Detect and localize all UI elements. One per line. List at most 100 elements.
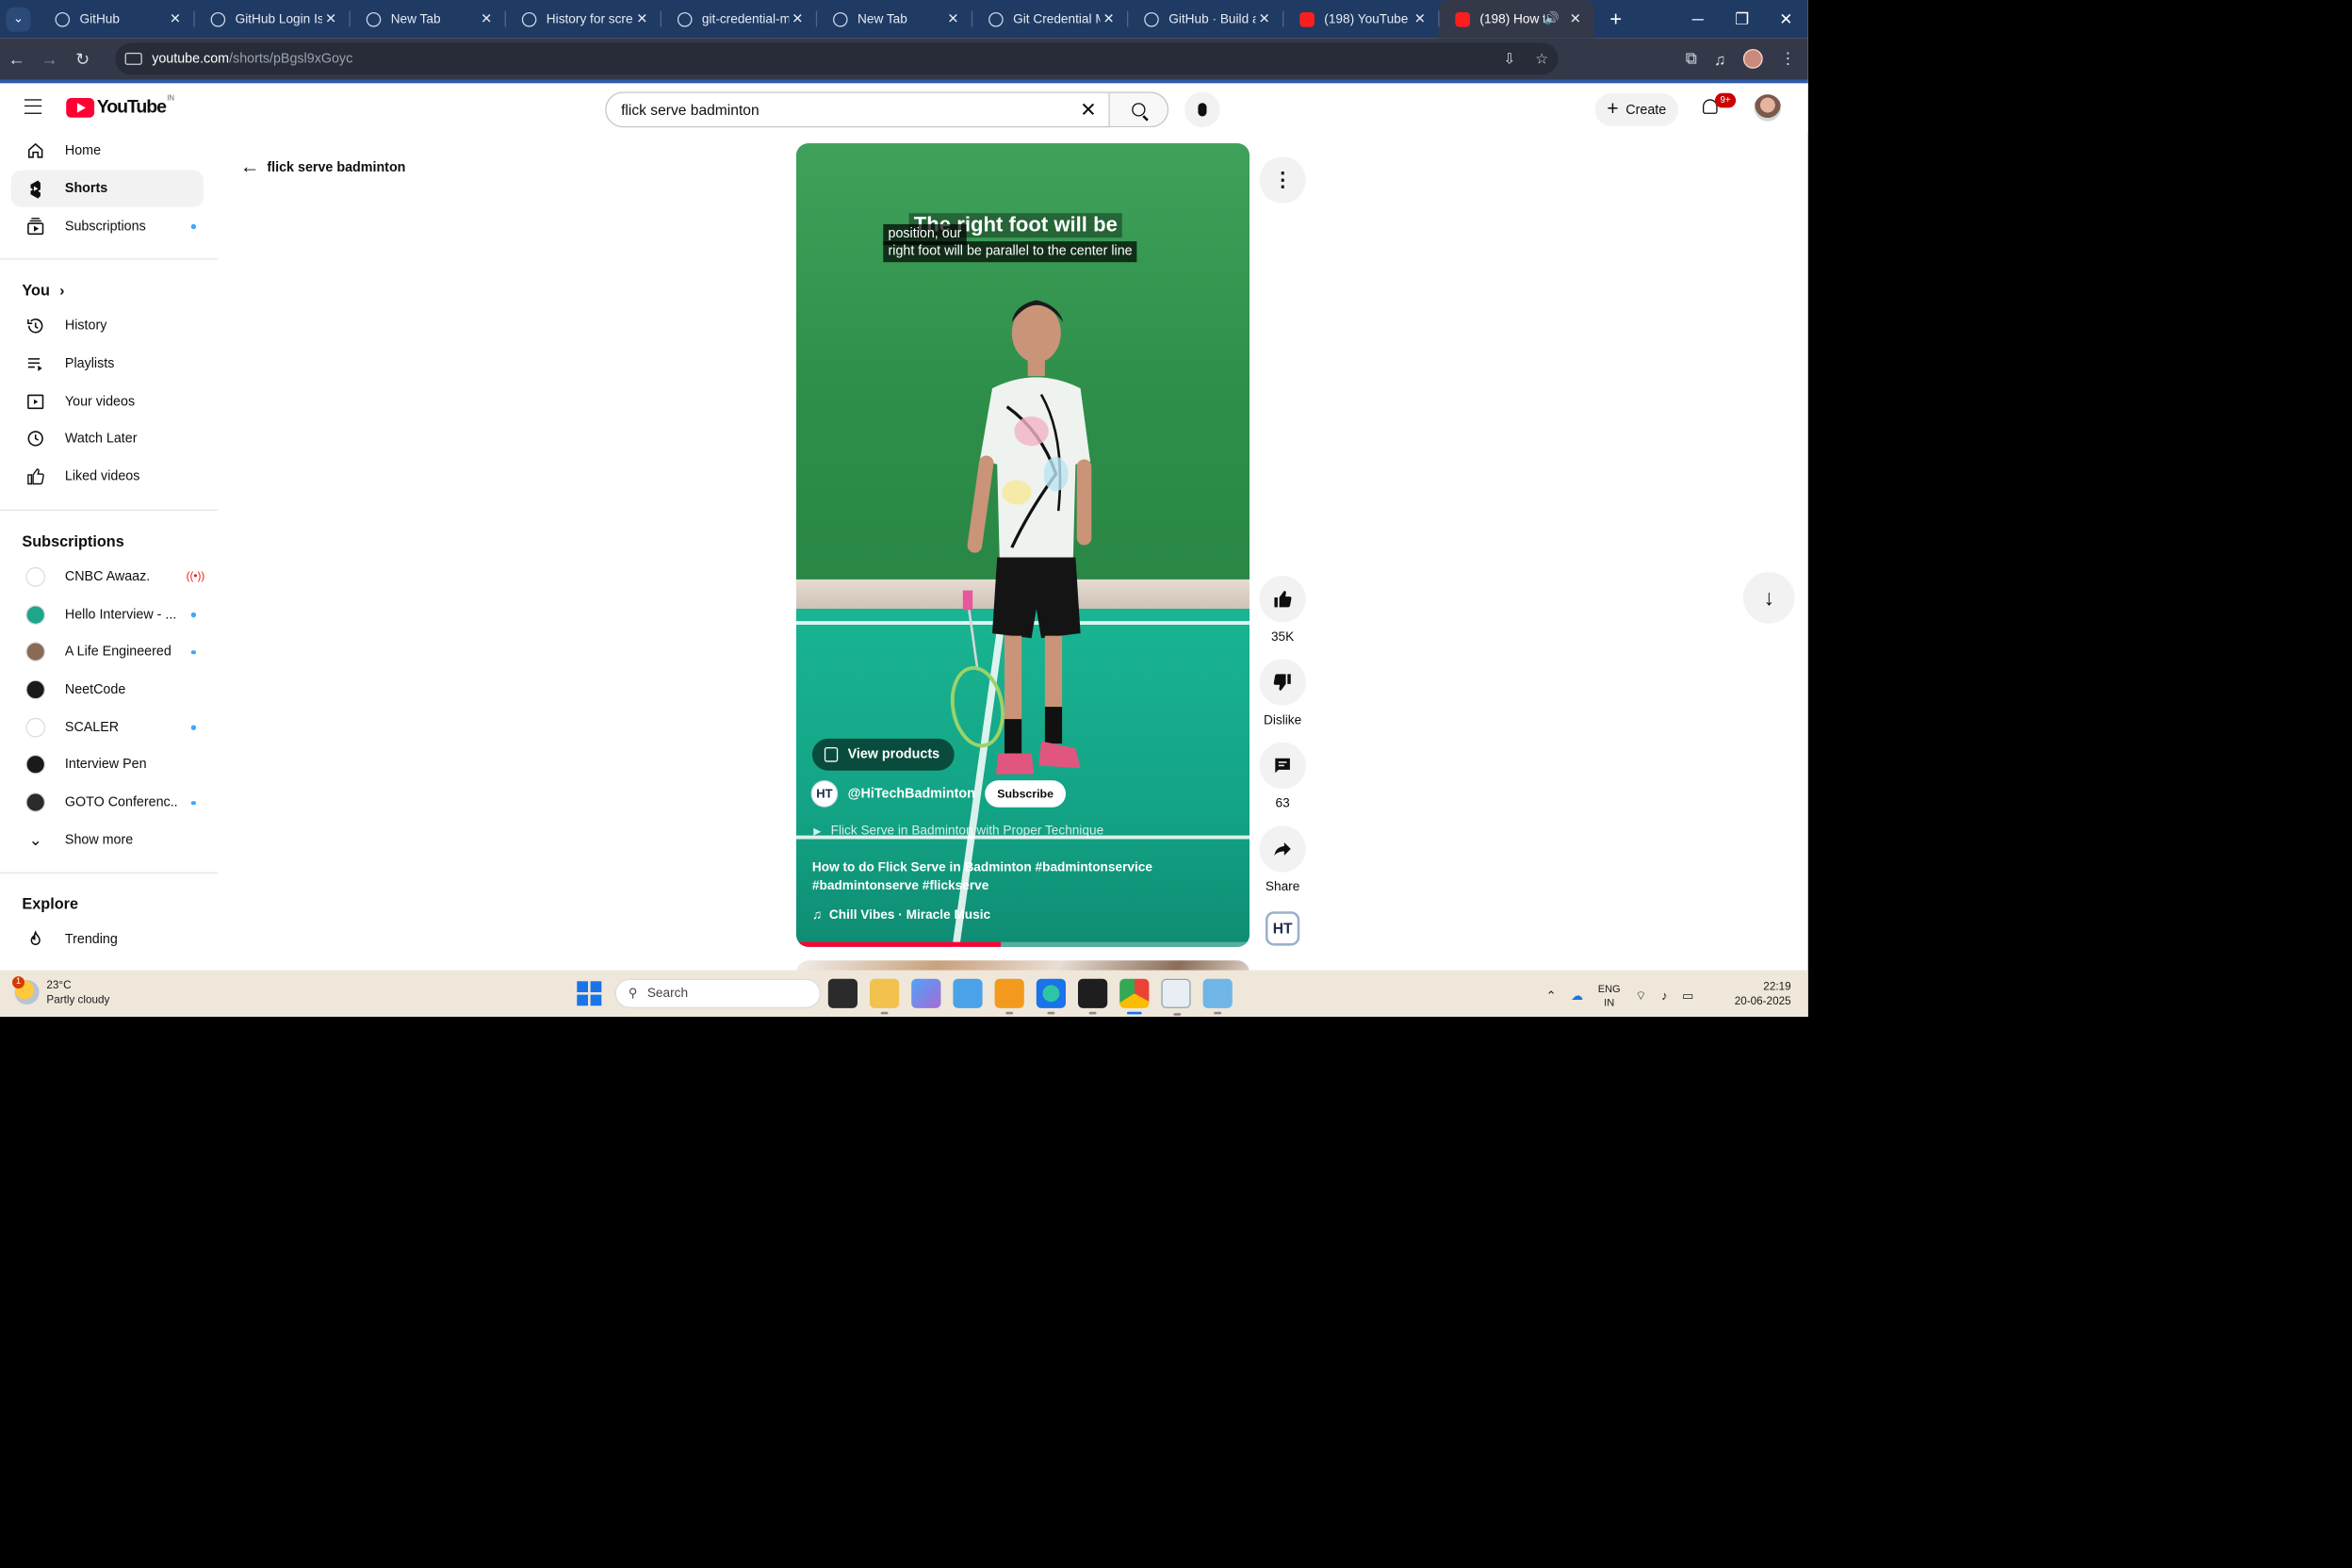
- close-tab-icon[interactable]: ✕: [1567, 11, 1584, 27]
- edge-browser-icon[interactable]: [1036, 978, 1066, 1015]
- show-more-button[interactable]: ⌄ Show more: [11, 821, 204, 858]
- sidebar-item-scaler[interactable]: SCALER: [11, 709, 204, 746]
- voice-search-button[interactable]: [1184, 91, 1220, 128]
- shorts-video-player[interactable]: The right foot will be position, our rig…: [795, 143, 1250, 947]
- forward-arrow-icon[interactable]: →: [33, 49, 66, 69]
- browser-tab[interactable]: History for screen✕: [504, 0, 661, 38]
- subscribe-button[interactable]: Subscribe: [985, 780, 1066, 808]
- battery-icon[interactable]: ▭: [1682, 989, 1693, 1003]
- shapes-app-icon[interactable]: [994, 978, 1024, 1015]
- clear-search-icon[interactable]: ✕: [1080, 97, 1096, 122]
- hashtag-link[interactable]: #badmintonservice: [1036, 860, 1152, 875]
- minimize-icon[interactable]: ─: [1675, 9, 1720, 29]
- sidebar-item-shopping[interactable]: Shopping: [11, 958, 204, 970]
- browser-tab[interactable]: GitHub · Build and✕: [1127, 0, 1282, 38]
- channel-avatar-mini[interactable]: HT: [1265, 911, 1300, 946]
- next-short-button[interactable]: ↓: [1742, 572, 1795, 624]
- guide-menu-icon[interactable]: [24, 99, 42, 114]
- terminal-icon[interactable]: [1078, 978, 1108, 1015]
- back-arrow-icon[interactable]: ←: [0, 49, 33, 69]
- sidebar-item-neetcode[interactable]: NeetCode: [11, 671, 204, 709]
- close-window-icon[interactable]: ✕: [1764, 9, 1808, 29]
- file-explorer-icon[interactable]: [869, 978, 900, 1015]
- microsoft-store-icon[interactable]: [953, 978, 983, 1008]
- browser-tab[interactable]: GitHub Login Issu✕: [193, 0, 349, 38]
- browser-tab[interactable]: GitHub ✕: [38, 0, 193, 38]
- snipping-tool-icon[interactable]: [1161, 978, 1191, 1016]
- install-app-icon[interactable]: ⇩: [1503, 50, 1515, 67]
- close-tab-icon[interactable]: ✕: [789, 11, 806, 27]
- sidebar-item-home[interactable]: Home: [11, 132, 204, 170]
- hashtag-link[interactable]: #flickserve: [923, 878, 989, 893]
- share-button[interactable]: [1259, 825, 1306, 873]
- chrome-icon[interactable]: [1119, 978, 1150, 1015]
- browser-tab[interactable]: New Tab ✕: [349, 0, 505, 38]
- new-tab-button[interactable]: +: [1598, 2, 1632, 36]
- tab-audio-icon[interactable]: 🔊: [1544, 12, 1560, 25]
- dislike-button[interactable]: [1259, 659, 1306, 706]
- channel-logo[interactable]: HT: [810, 780, 839, 808]
- input-language-indicator[interactable]: ENG IN: [1598, 983, 1621, 1010]
- hashtag-link[interactable]: #badmintonserve: [812, 878, 919, 893]
- sidebar-item-hello-interview[interactable]: Hello Interview - ...: [11, 596, 204, 633]
- onedrive-cloud-icon[interactable]: ☁: [1571, 989, 1583, 1003]
- close-tab-icon[interactable]: ✕: [478, 11, 495, 27]
- taskbar-clock[interactable]: 22:19 20-06-2025: [1715, 979, 1791, 1008]
- close-tab-icon[interactable]: ✕: [322, 11, 339, 27]
- tab-search-button[interactable]: ⌄: [6, 7, 31, 32]
- close-tab-icon[interactable]: ✕: [944, 11, 961, 27]
- view-products-button[interactable]: View products: [811, 738, 955, 771]
- sidebar-item-a-life-engineered[interactable]: A Life Engineered: [11, 633, 204, 671]
- account-avatar[interactable]: [1754, 94, 1782, 122]
- bookmark-star-icon[interactable]: ☆: [1535, 50, 1548, 67]
- profile-avatar[interactable]: [1742, 49, 1763, 69]
- wifi-icon[interactable]: ⌔: [1635, 988, 1646, 1004]
- sidebar-item-subscriptions[interactable]: Subscriptions: [11, 207, 204, 245]
- browser-tab[interactable]: Git Credential Ma✕: [971, 0, 1127, 38]
- sidebar-item-shorts[interactable]: Shorts: [10, 170, 204, 208]
- address-bar[interactable]: youtube.com/shorts/pBgsl9xGoyc ⇩ ☆: [115, 42, 1559, 75]
- browser-tab[interactable]: (198) How to🔊 ✕: [1438, 0, 1594, 39]
- sidebar-item-liked-videos[interactable]: Liked videos: [11, 458, 204, 496]
- restore-icon[interactable]: ❐: [1720, 9, 1764, 29]
- media-controls-icon[interactable]: ♫: [1714, 50, 1726, 68]
- remote-desktop-icon[interactable]: [1202, 978, 1233, 1015]
- browser-menu-icon[interactable]: ⋮: [1780, 49, 1796, 69]
- copilot-icon[interactable]: [911, 978, 941, 1008]
- sidebar-item-cnbc-awaaz[interactable]: CNBC Awaaz. ((•)): [11, 558, 204, 596]
- browser-tab[interactable]: New Tab ✕: [815, 0, 972, 38]
- sidebar-item-watch-later[interactable]: Watch Later: [11, 420, 204, 458]
- sidebar-item-trending[interactable]: Trending: [11, 922, 204, 959]
- search-button[interactable]: [1109, 91, 1169, 128]
- music-link[interactable]: ♫ Chill Vibes · Miracle Music: [812, 907, 990, 923]
- close-tab-icon[interactable]: ✕: [1100, 11, 1117, 27]
- video-progress-bar[interactable]: [795, 941, 1250, 947]
- close-tab-icon[interactable]: ✕: [167, 11, 184, 27]
- task-view-icon[interactable]: [827, 978, 858, 1008]
- youtube-logo[interactable]: YouTube IN: [66, 95, 174, 118]
- volume-icon[interactable]: ♪: [1661, 989, 1668, 1003]
- sidebar-item-playlists[interactable]: Playlists: [11, 345, 204, 383]
- channel-handle[interactable]: @HiTechBadminton: [848, 787, 975, 802]
- windows-start-icon[interactable]: [577, 981, 602, 1006]
- browser-tab[interactable]: git-credential-ma ✕: [660, 0, 816, 38]
- like-button[interactable]: [1259, 576, 1306, 623]
- sidebar-item-interview-pen[interactable]: Interview Pen: [11, 746, 204, 784]
- reload-icon[interactable]: ↻: [66, 48, 99, 69]
- search-input[interactable]: [621, 101, 1051, 119]
- site-info-icon[interactable]: [124, 52, 142, 65]
- comments-button[interactable]: [1259, 742, 1306, 790]
- close-tab-icon[interactable]: ✕: [1256, 11, 1273, 27]
- close-tab-icon[interactable]: ✕: [633, 11, 650, 27]
- sidebar-item-history[interactable]: History: [11, 307, 204, 345]
- weather-widget[interactable]: 1 23°C Partly cloudy: [12, 976, 110, 1006]
- extensions-icon[interactable]: ⧉: [1686, 49, 1697, 69]
- show-hidden-icons-chevron-icon[interactable]: ⌃: [1546, 989, 1557, 1003]
- taskbar-search-box[interactable]: ⚲ Search: [614, 978, 821, 1008]
- browser-tab[interactable]: (198) YouTube ✕: [1282, 0, 1438, 38]
- you-section-header[interactable]: You ›: [0, 273, 218, 307]
- sidebar-item-your-videos[interactable]: Your videos: [11, 383, 204, 420]
- close-tab-icon[interactable]: ✕: [1412, 11, 1429, 27]
- shorts-back-link[interactable]: ← flick serve badminton: [240, 156, 406, 178]
- sidebar-item-goto-conferenc[interactable]: GOTO Conferenc...: [11, 784, 204, 822]
